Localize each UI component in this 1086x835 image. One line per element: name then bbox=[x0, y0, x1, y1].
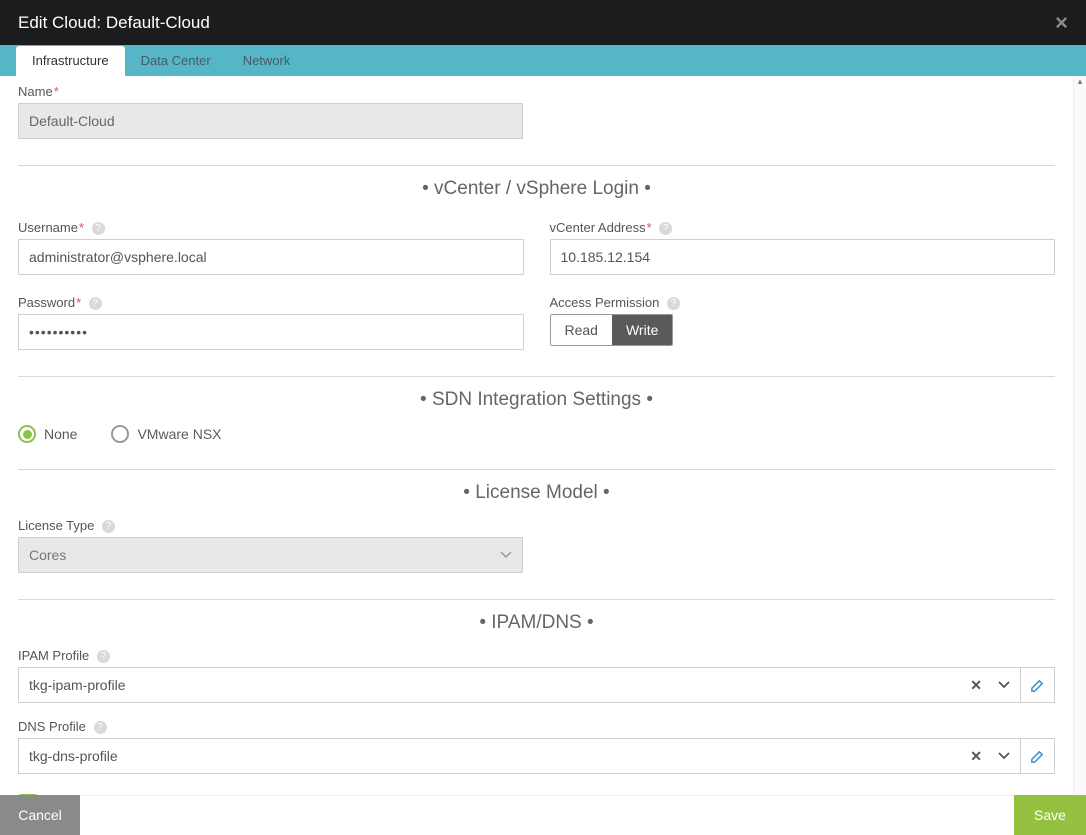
clear-icon[interactable]: ✕ bbox=[970, 748, 982, 765]
sdn-nsx-radio[interactable]: VMware NSX bbox=[111, 425, 221, 443]
section-license: License Model bbox=[18, 482, 1055, 504]
help-icon[interactable]: ? bbox=[92, 222, 105, 235]
help-icon[interactable]: ? bbox=[659, 222, 672, 235]
access-read-button[interactable]: Read bbox=[551, 315, 612, 345]
close-icon[interactable]: × bbox=[1055, 10, 1068, 36]
radio-on-icon bbox=[18, 425, 36, 443]
access-permission-label: Access Permission ? bbox=[550, 295, 1056, 310]
tab-infrastructure[interactable]: Infrastructure bbox=[16, 46, 125, 76]
save-button[interactable]: Save bbox=[1014, 795, 1086, 835]
vcenter-address-input[interactable] bbox=[550, 239, 1056, 275]
chevron-down-icon bbox=[500, 551, 512, 559]
cancel-button[interactable]: Cancel bbox=[0, 795, 80, 835]
ipam-profile-edit-button[interactable] bbox=[1021, 667, 1055, 703]
help-icon[interactable]: ? bbox=[89, 297, 102, 310]
sdn-none-radio[interactable]: None bbox=[18, 425, 77, 443]
form-scroll-area: Name* vCenter / vSphere Login Username* … bbox=[0, 76, 1073, 795]
vcenter-address-label: vCenter Address* ? bbox=[550, 220, 1056, 235]
help-icon[interactable]: ? bbox=[102, 520, 115, 533]
license-type-value: Cores bbox=[29, 547, 66, 563]
section-sdn: SDN Integration Settings bbox=[18, 389, 1055, 411]
username-label: Username* ? bbox=[18, 220, 524, 235]
name-input[interactable] bbox=[18, 103, 523, 139]
vertical-scrollbar[interactable] bbox=[1073, 76, 1086, 795]
username-input[interactable] bbox=[18, 239, 524, 275]
titlebar: Edit Cloud: Default-Cloud × bbox=[0, 0, 1086, 45]
dns-profile-label: DNS Profile ? bbox=[18, 719, 1055, 734]
help-icon[interactable]: ? bbox=[94, 721, 107, 734]
dialog-title: Edit Cloud: Default-Cloud bbox=[18, 13, 210, 33]
section-vcenter-login: vCenter / vSphere Login bbox=[18, 178, 1055, 200]
password-input[interactable] bbox=[18, 314, 524, 350]
sdn-radio-group: None VMware NSX bbox=[18, 425, 1055, 443]
access-permission-toggle: Read Write bbox=[550, 314, 674, 346]
dns-profile-field: tkg-dns-profile ✕ bbox=[18, 738, 1055, 774]
access-write-button[interactable]: Write bbox=[612, 315, 672, 345]
dns-profile-value: tkg-dns-profile bbox=[29, 748, 118, 764]
ipam-profile-value: tkg-ipam-profile bbox=[29, 677, 125, 693]
tab-network[interactable]: Network bbox=[227, 46, 307, 76]
ipam-profile-label: IPAM Profile ? bbox=[18, 648, 1055, 663]
radio-off-icon bbox=[111, 425, 129, 443]
pencil-icon bbox=[1030, 749, 1045, 764]
chevron-down-icon[interactable] bbox=[998, 752, 1010, 760]
ipam-profile-select[interactable]: tkg-ipam-profile ✕ bbox=[18, 667, 1021, 703]
help-icon[interactable]: ? bbox=[97, 650, 110, 663]
help-icon[interactable]: ? bbox=[667, 297, 680, 310]
password-label: Password* ? bbox=[18, 295, 524, 310]
footer: Cancel Save bbox=[0, 795, 1086, 835]
name-label: Name* bbox=[18, 84, 1055, 99]
tab-strip: Infrastructure Data Center Network bbox=[0, 45, 1086, 76]
pencil-icon bbox=[1030, 678, 1045, 693]
tab-data-center[interactable]: Data Center bbox=[125, 46, 227, 76]
dns-profile-select[interactable]: tkg-dns-profile ✕ bbox=[18, 738, 1021, 774]
ipam-profile-field: tkg-ipam-profile ✕ bbox=[18, 667, 1055, 703]
dns-profile-edit-button[interactable] bbox=[1021, 738, 1055, 774]
license-type-select[interactable]: Cores bbox=[18, 537, 523, 573]
section-ipam-dns: IPAM/DNS bbox=[18, 612, 1055, 634]
chevron-down-icon[interactable] bbox=[998, 681, 1010, 689]
clear-icon[interactable]: ✕ bbox=[970, 677, 982, 694]
license-type-label: License Type ? bbox=[18, 518, 1055, 533]
